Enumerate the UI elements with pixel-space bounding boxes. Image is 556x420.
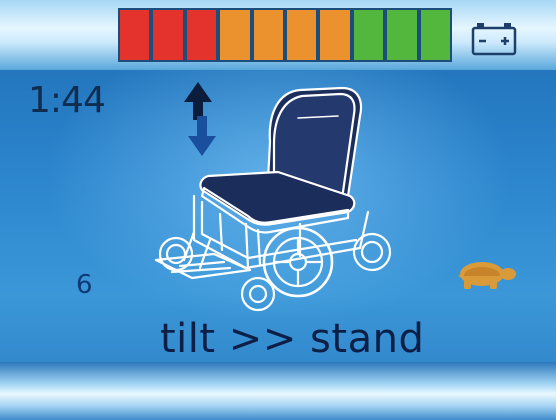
battery-segment xyxy=(353,10,384,60)
battery-segment xyxy=(287,10,317,60)
battery-segment xyxy=(153,10,183,60)
battery-icon xyxy=(471,23,517,56)
battery-segment xyxy=(220,10,250,60)
bottom-bar xyxy=(0,362,556,420)
battery-gauge xyxy=(118,8,452,62)
profile-number: 6 xyxy=(76,270,93,300)
battery-segment xyxy=(387,10,417,60)
battery-segment xyxy=(253,10,284,60)
battery-segment xyxy=(186,10,217,60)
turtle-icon xyxy=(458,262,516,289)
timer-display: 1:44 xyxy=(28,80,106,121)
battery-segment xyxy=(120,10,150,60)
battery-segment xyxy=(420,10,451,60)
mode-label: tilt >> stand xyxy=(160,316,425,362)
battery-segment xyxy=(320,10,350,60)
power-wheelchair-icon xyxy=(154,86,392,312)
